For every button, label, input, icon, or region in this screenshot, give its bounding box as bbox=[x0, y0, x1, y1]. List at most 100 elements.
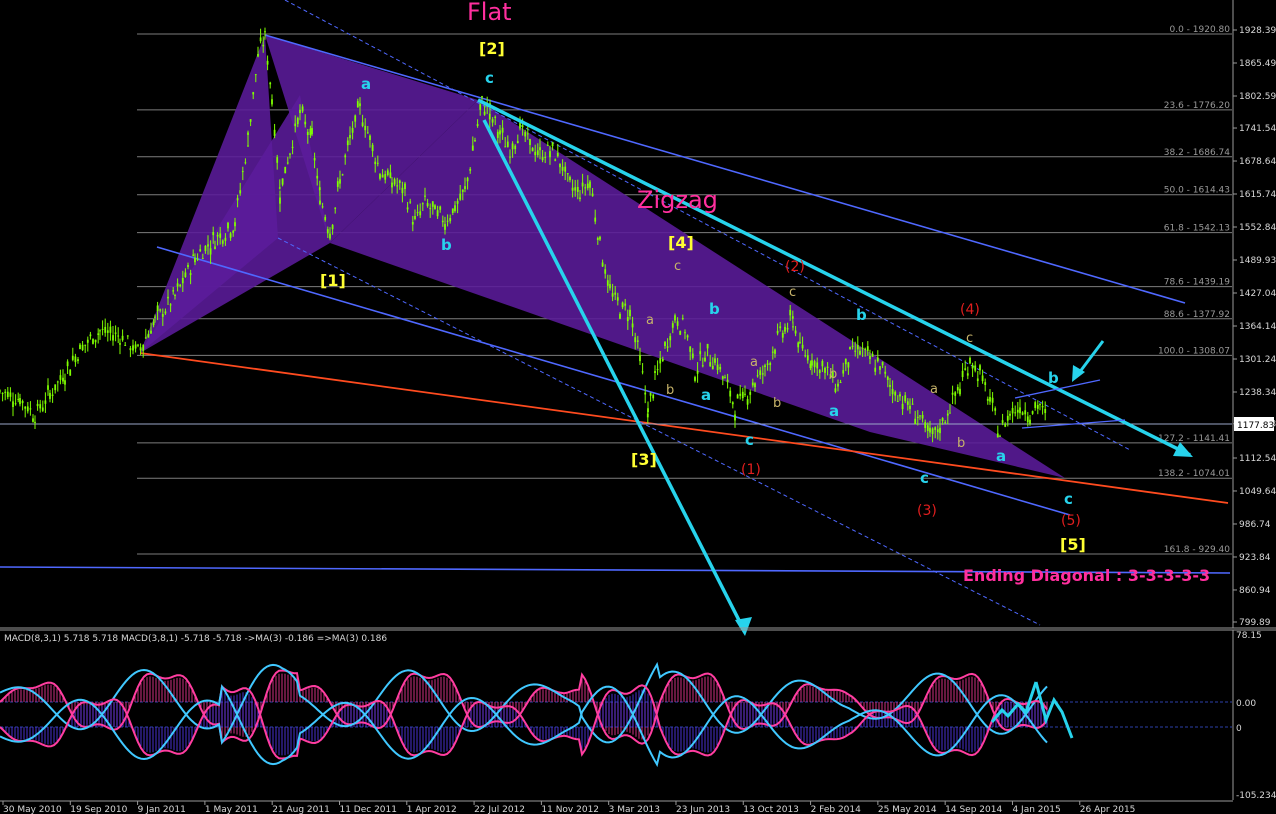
candle-body bbox=[326, 229, 329, 234]
candle-body bbox=[34, 421, 36, 423]
candle-body bbox=[54, 384, 57, 391]
candle-body bbox=[686, 335, 689, 338]
subwave-b-2: b bbox=[773, 396, 781, 411]
candle-body bbox=[816, 362, 819, 369]
candle-body bbox=[286, 162, 289, 164]
subwave-a-2: a bbox=[750, 355, 758, 370]
candle-body bbox=[514, 145, 517, 150]
fib-label-8: 127.2 - 1141.41 bbox=[1158, 434, 1230, 444]
wave-a-4: a bbox=[996, 447, 1006, 465]
candle-body bbox=[359, 103, 361, 107]
candle-body bbox=[744, 393, 746, 395]
candle-body bbox=[152, 322, 155, 326]
candle-body bbox=[236, 198, 239, 201]
candle-body bbox=[944, 422, 947, 424]
candle-body bbox=[564, 166, 567, 172]
fib-label-3: 50.0 - 1614.43 bbox=[1164, 186, 1230, 196]
candle-body bbox=[396, 185, 399, 187]
candle-body bbox=[483, 111, 486, 115]
candle-body bbox=[954, 392, 957, 396]
candle-body bbox=[227, 222, 229, 229]
candle-body bbox=[294, 123, 297, 127]
candle-body bbox=[634, 337, 637, 343]
candle-body bbox=[376, 162, 379, 164]
candle-body bbox=[606, 280, 609, 286]
candle-body bbox=[414, 215, 416, 219]
candle-body bbox=[541, 157, 544, 161]
price-tick-0: 1928.39 bbox=[1239, 26, 1276, 36]
date-label-7: 22 Jul 2012 bbox=[474, 805, 525, 814]
candle-body bbox=[161, 314, 164, 317]
candle-body bbox=[436, 210, 439, 217]
candle-body bbox=[59, 375, 62, 380]
candle-body bbox=[951, 392, 954, 395]
candle-body bbox=[1014, 412, 1017, 414]
date-label-4: 21 Aug 2011 bbox=[272, 805, 330, 814]
candle-body bbox=[49, 392, 51, 399]
candle-body bbox=[121, 335, 124, 341]
candle-body bbox=[751, 382, 754, 386]
candle-body bbox=[979, 365, 981, 371]
candle-body bbox=[41, 407, 44, 411]
candle-body bbox=[818, 370, 821, 373]
candle-body bbox=[371, 144, 374, 152]
candle-body bbox=[1016, 409, 1019, 413]
fib-label-5: 78.6 - 1439.19 bbox=[1164, 278, 1230, 288]
candle-body bbox=[584, 187, 587, 189]
candle-body bbox=[319, 200, 321, 205]
candle-body bbox=[9, 392, 12, 397]
candle-body bbox=[281, 178, 284, 185]
candle-body bbox=[724, 377, 726, 379]
candle-body bbox=[456, 200, 459, 204]
candle-body bbox=[646, 413, 649, 418]
candle-body bbox=[124, 344, 127, 346]
candle-body bbox=[779, 326, 782, 329]
candle-body bbox=[449, 217, 452, 222]
candle-body bbox=[619, 313, 621, 319]
candle-body bbox=[1029, 419, 1031, 424]
candle-body bbox=[886, 376, 889, 380]
candle-body bbox=[551, 142, 554, 147]
candle-body bbox=[881, 361, 884, 366]
candle-body bbox=[444, 224, 446, 230]
candle-body bbox=[199, 249, 202, 252]
candle-body bbox=[142, 344, 145, 351]
candle-body bbox=[224, 237, 227, 241]
candle-body bbox=[941, 418, 944, 422]
subwave-c-4: c bbox=[966, 331, 973, 346]
candle-body bbox=[284, 166, 287, 174]
candle-body bbox=[1036, 404, 1039, 409]
candle-body bbox=[566, 173, 569, 175]
candle-body bbox=[971, 364, 974, 369]
candle-body bbox=[792, 326, 794, 328]
candle-body bbox=[74, 356, 77, 363]
date-label-5: 11 Dec 2011 bbox=[339, 805, 397, 814]
candle-body bbox=[916, 416, 919, 418]
candle-body bbox=[481, 96, 483, 98]
candle-body bbox=[504, 146, 507, 148]
candle-body bbox=[439, 206, 442, 210]
wave-c-1: c bbox=[485, 69, 494, 87]
candle-body bbox=[204, 245, 207, 251]
candle-body bbox=[706, 343, 709, 349]
candle-body bbox=[150, 330, 152, 334]
candle-body bbox=[936, 429, 939, 433]
candle-body bbox=[321, 206, 324, 208]
candle-body bbox=[754, 383, 756, 388]
candle-body bbox=[704, 357, 706, 362]
candle-body bbox=[959, 388, 961, 395]
candle-body bbox=[636, 340, 639, 342]
candle-body bbox=[39, 404, 42, 409]
candle-body bbox=[914, 418, 917, 425]
candle-body bbox=[369, 135, 371, 140]
candle-body bbox=[66, 361, 69, 367]
candle-body bbox=[374, 161, 377, 165]
wave-major-3: [3] bbox=[631, 450, 657, 469]
wave-sub-5: (5) bbox=[1061, 513, 1081, 529]
candle-body bbox=[801, 344, 804, 349]
price-tick-18: 799.89 bbox=[1239, 618, 1271, 628]
candle-body bbox=[132, 345, 134, 351]
candle-body bbox=[764, 365, 766, 368]
candle-body bbox=[446, 220, 449, 222]
candle-body bbox=[926, 425, 929, 431]
